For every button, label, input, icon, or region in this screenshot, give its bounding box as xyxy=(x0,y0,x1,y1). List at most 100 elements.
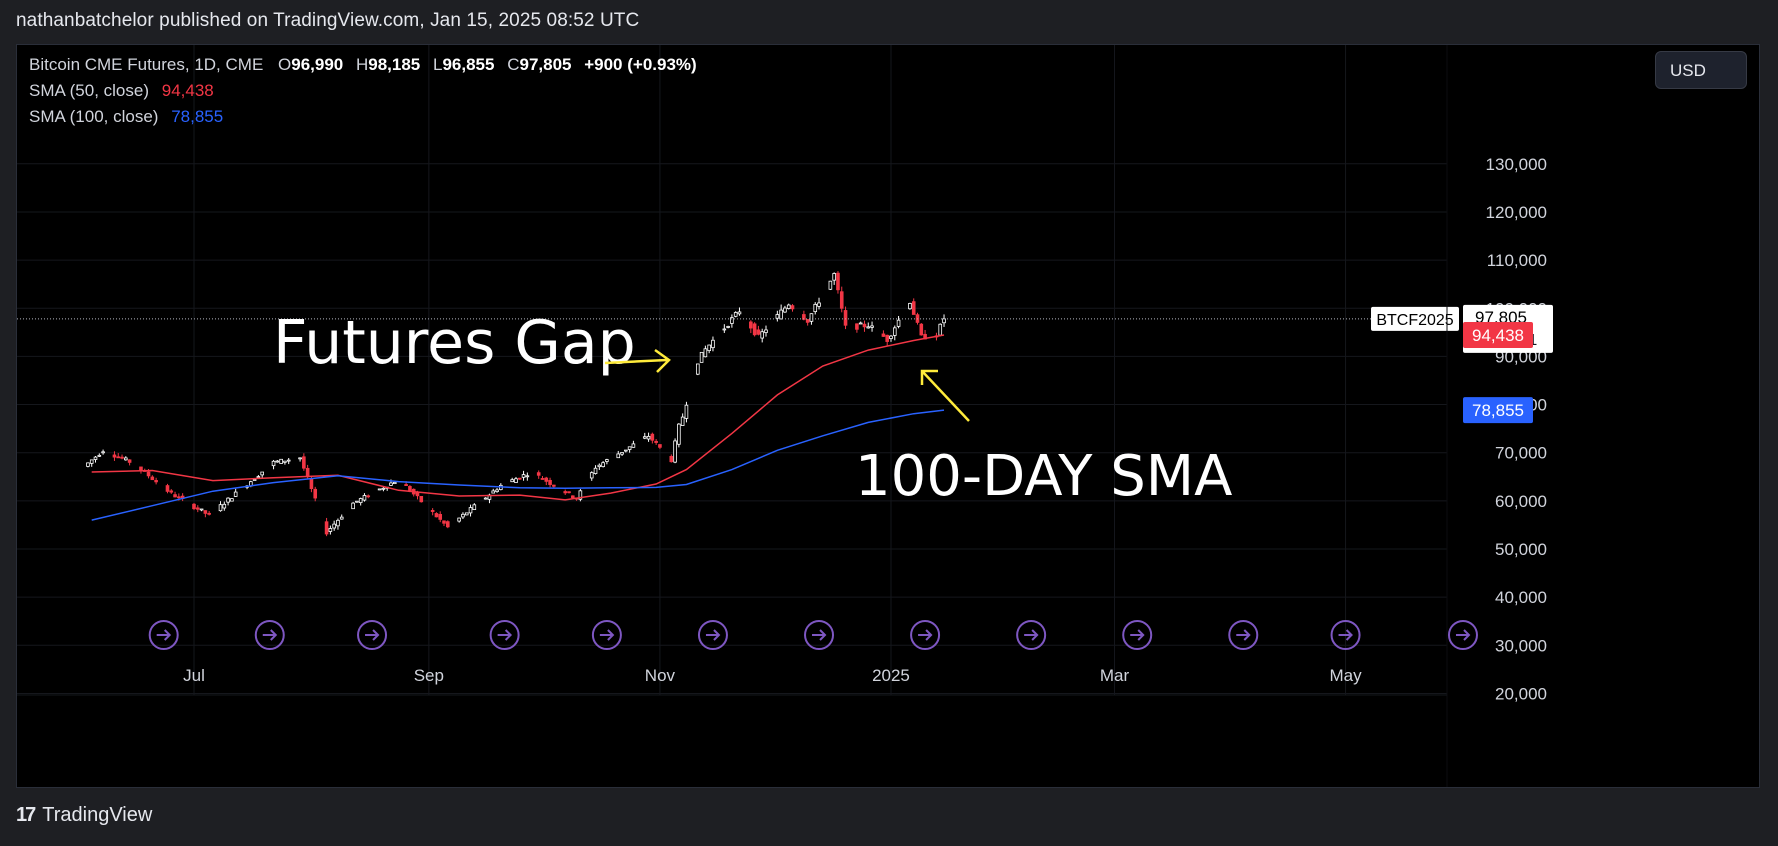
sma100-legend-value: 78,855 xyxy=(171,107,224,126)
footer-brand[interactable]: 17 TradingView xyxy=(16,804,152,827)
candle-body xyxy=(222,503,227,509)
candle-body xyxy=(203,510,208,514)
candle-body xyxy=(355,500,359,503)
annotation-futures-gap: Futures Gap xyxy=(273,308,636,378)
candle-body xyxy=(275,460,280,463)
ohlc-close: C97,805 xyxy=(507,55,572,74)
ohlc-low: L96,855 xyxy=(433,55,495,74)
candle-body xyxy=(146,471,151,477)
candle-body xyxy=(461,513,465,518)
candle-body xyxy=(571,495,575,499)
candle-body xyxy=(521,474,526,478)
candle-body xyxy=(627,446,632,450)
candle-body xyxy=(809,313,814,322)
sma50-legend[interactable]: SMA (50, close) 94,438 xyxy=(29,81,214,101)
candle-body xyxy=(654,440,658,443)
candle-body xyxy=(468,507,473,514)
event-arrow xyxy=(497,629,513,641)
sma-price-label: 94,438 xyxy=(1472,326,1524,345)
candle-body xyxy=(298,457,302,460)
candle-body xyxy=(279,458,283,464)
candle-body xyxy=(552,484,556,487)
candle-body xyxy=(381,487,386,490)
candle-body xyxy=(491,490,496,494)
candle-body xyxy=(839,291,844,309)
candle-body xyxy=(908,303,912,310)
candle-body xyxy=(733,312,738,317)
candle-body xyxy=(605,459,609,462)
event-arrow xyxy=(1130,629,1145,641)
symbol-tag: BTCF2025 xyxy=(1376,312,1453,329)
candle-body xyxy=(510,479,514,483)
currency-button[interactable]: USD xyxy=(1655,51,1747,89)
publisher-line: nathanbatchelor published on TradingView… xyxy=(16,10,640,31)
candle-body xyxy=(165,485,170,492)
candle-body xyxy=(192,503,196,510)
candle-body xyxy=(483,497,488,500)
candle-body xyxy=(885,334,890,342)
candle-body xyxy=(832,273,836,281)
candle-body xyxy=(711,339,715,349)
candle-body xyxy=(177,496,181,499)
candle-body xyxy=(684,404,689,419)
candle-body xyxy=(783,307,787,313)
candle-body xyxy=(642,436,647,439)
candle-body xyxy=(226,497,230,503)
event-arrow xyxy=(812,629,827,641)
candle-body xyxy=(722,328,727,331)
price-chart[interactable]: 130,000120,000110,000100,00090,00080,000… xyxy=(17,45,1759,787)
candle-body xyxy=(828,280,833,290)
sma50-legend-label: SMA (50, close) xyxy=(29,81,149,100)
candle-body xyxy=(650,433,655,441)
event-arrow xyxy=(918,629,933,641)
candle-body xyxy=(392,481,397,485)
candle-body xyxy=(813,303,818,313)
candle-body xyxy=(324,521,329,535)
candle-body xyxy=(120,456,124,459)
brand-text: TradingView xyxy=(42,804,153,826)
candle-body xyxy=(752,323,757,336)
candle-body xyxy=(434,513,439,518)
candle-body xyxy=(881,333,886,337)
candle-body xyxy=(646,435,651,440)
candle-body xyxy=(305,467,310,478)
y-tick-label: 40,000 xyxy=(1495,588,1547,607)
candle-body xyxy=(430,509,435,512)
candle-body xyxy=(673,440,677,463)
y-tick-label: 130,000 xyxy=(1486,155,1547,174)
event-arrow xyxy=(599,629,615,641)
candle-body xyxy=(892,327,897,336)
sma100-legend[interactable]: SMA (100, close) 78,855 xyxy=(29,107,223,127)
x-tick-label: Jul xyxy=(183,666,205,685)
candle-body xyxy=(525,475,530,478)
candle-body xyxy=(154,480,158,483)
candle-body xyxy=(669,456,674,463)
candle-body xyxy=(207,512,211,515)
candle-body xyxy=(563,491,568,494)
candle-body xyxy=(624,449,628,452)
candle-body xyxy=(677,423,681,445)
candle-body xyxy=(336,519,340,527)
candle-body xyxy=(764,329,768,333)
candle-body xyxy=(169,490,174,493)
candle-body xyxy=(302,456,306,469)
annotation-100-day-sma: 100-DAY SMA xyxy=(855,444,1232,509)
event-arrow xyxy=(1024,629,1039,641)
candle-body xyxy=(442,520,446,524)
y-tick-label: 120,000 xyxy=(1486,203,1547,222)
candle-body xyxy=(756,329,761,335)
chart-pane[interactable]: 130,000120,000110,000100,00090,00080,000… xyxy=(16,44,1760,788)
event-marker-icon[interactable] xyxy=(1447,620,1478,650)
candle-body xyxy=(703,348,708,358)
candle-body xyxy=(938,323,943,336)
candle-body xyxy=(631,443,636,448)
candle-body xyxy=(699,351,704,363)
event-arrow xyxy=(156,629,172,641)
candle-body xyxy=(332,523,336,529)
candle-body xyxy=(199,508,204,511)
candle-body xyxy=(419,495,424,503)
candle-body xyxy=(749,321,753,329)
candle-body xyxy=(858,322,863,325)
candle-body xyxy=(866,326,871,329)
candle-body xyxy=(696,363,700,375)
